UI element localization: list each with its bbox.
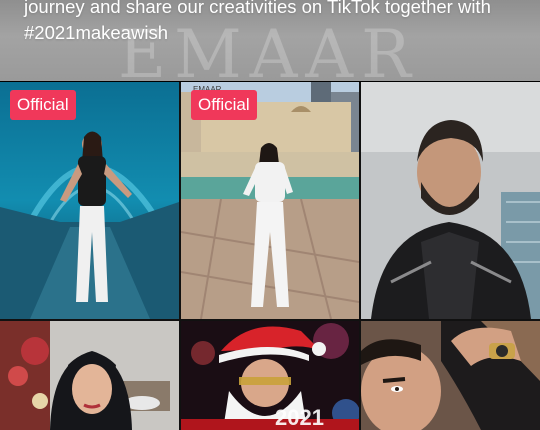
official-badge: Official — [191, 90, 257, 120]
video-thumbnail-2[interactable]: EMAAR Official — [181, 82, 359, 319]
official-badge: Official — [10, 90, 76, 120]
video-thumbnail-4[interactable] — [0, 321, 179, 430]
description-line: journey and share our creativities on Ti… — [24, 0, 491, 17]
video-thumbnail-6[interactable] — [361, 321, 540, 430]
video-thumbnail-image — [361, 321, 540, 430]
video-thumbnail-3[interactable] — [361, 82, 540, 319]
hashtag-link[interactable]: #2021makeawish — [24, 20, 524, 46]
video-description: journey and share our creativities on Ti… — [24, 0, 524, 46]
video-thumbnail-image: 2021 — [181, 321, 359, 430]
video-thumbnail-1[interactable]: Official — [0, 82, 179, 319]
video-thumbnail-image — [361, 82, 540, 319]
year-overlay: 2021 — [275, 405, 324, 430]
video-thumbnail-image — [0, 321, 179, 430]
video-grid: Official EMAAR Official — [0, 82, 540, 430]
video-thumbnail-5[interactable]: 2021 — [181, 321, 359, 430]
description-header: EMAAR journey and share our creativities… — [0, 0, 540, 81]
